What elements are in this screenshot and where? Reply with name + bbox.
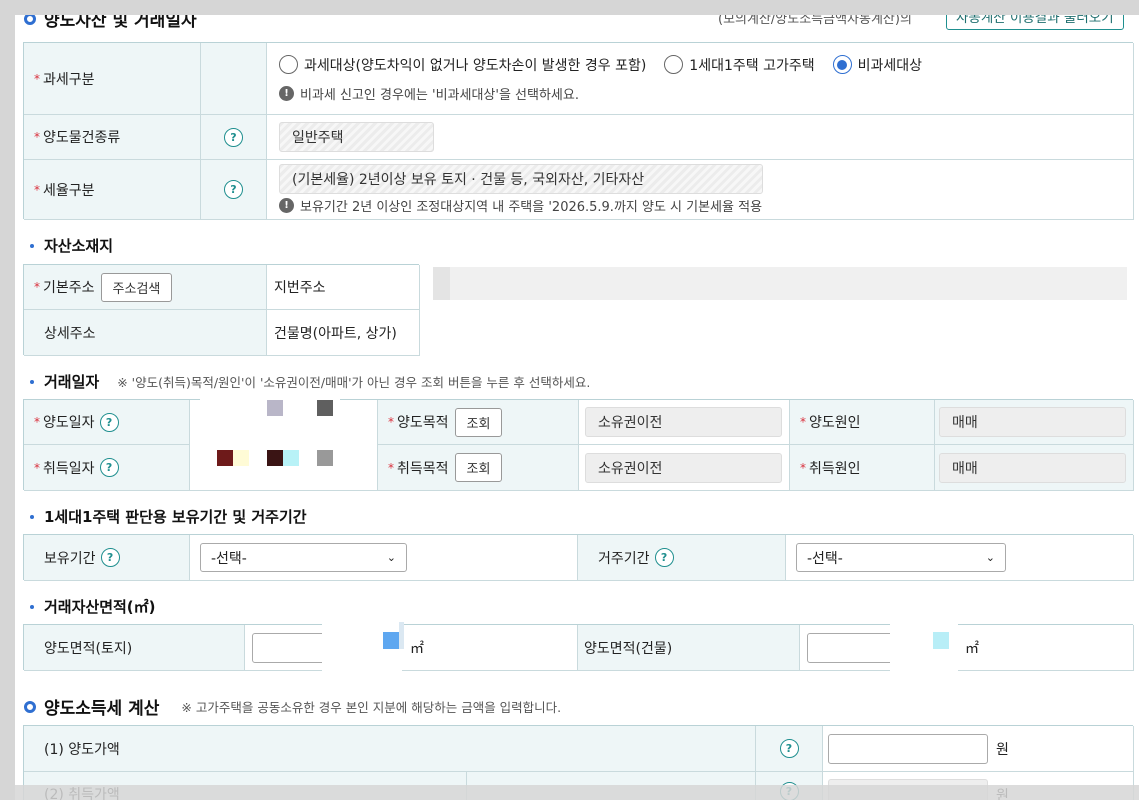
redacted-pixel <box>267 400 283 416</box>
transfer-date-label: 양도일자 <box>43 415 95 431</box>
bullet-dot-icon <box>30 379 34 384</box>
help-icon[interactable]: ? <box>779 739 799 758</box>
residence-period-select[interactable]: -선택- ⌄ <box>796 543 1006 572</box>
tax-rate-field: (기본세율) 2년이상 보유 토지 · 건물 등, 국외자산, 기타자산 <box>279 164 763 194</box>
bullet-dot-icon <box>30 243 34 248</box>
address-search-button[interactable]: 주소검색 <box>100 272 173 302</box>
holding-period-select[interactable]: -선택- ⌄ <box>200 543 407 572</box>
help-icon[interactable]: ? <box>100 548 120 567</box>
acquire-cause-label: 취득원인 <box>809 460 861 477</box>
lot-address-label: 지번주소 <box>267 265 420 310</box>
section-ring-icon <box>24 700 36 713</box>
redacted-pixel <box>283 450 299 466</box>
help-icon[interactable]: ? <box>654 548 674 567</box>
holding-title: 1세대1주택 판단용 보유기간 및 거주기간 <box>30 506 307 527</box>
radio-non-taxable[interactable]: 비과세대상 <box>832 55 922 75</box>
radio-selected-icon <box>832 55 852 74</box>
help-icon[interactable]: ? <box>224 180 243 199</box>
area-title: 거래자산면적(㎡) <box>30 596 156 617</box>
tax-class-note: ! 비과세 신고인 경우에는 '비과세대상'을 선택하세요. <box>279 84 579 103</box>
basic-address-label: 기본주소 <box>43 280 95 296</box>
transfer-cause-label: 양도원인 <box>809 415 861 431</box>
land-area-unit: ㎡ <box>410 640 424 657</box>
redacted-pixel <box>233 450 249 466</box>
transfer-purpose-label: 양도목적 <box>397 415 449 431</box>
acquire-purpose-field: 소유권이전 <box>585 452 782 483</box>
redacted-pixel <box>217 450 233 466</box>
building-type-field: 일반주택 <box>279 122 434 152</box>
bullet-dot-icon <box>30 604 34 609</box>
help-icon[interactable]: ? <box>99 412 119 432</box>
backdrop-left <box>0 0 15 800</box>
redacted-pixel <box>317 450 333 466</box>
building-type-label: * 양도물건종류 <box>24 115 201 160</box>
residence-period-label: 거주기간 <box>598 550 650 567</box>
transfer-purpose-field: 소유권이전 <box>585 407 782 437</box>
help-icon[interactable]: ? <box>99 458 119 477</box>
tax-class-value: 과세대상(양도차익이 없거나 양도차손이 발생한 경우 포함) 1세대1주택 고… <box>267 43 1134 115</box>
radio-taxable[interactable]: 과세대상(양도차익이 없거나 양도차손이 발생한 경우 포함) <box>279 55 646 75</box>
location-table: * 기본주소 주소검색 지번주소 상세주소 건물명(아파트, 상가) <box>23 264 420 356</box>
chevron-down-icon: ⌄ <box>985 551 995 564</box>
section-title-tax-calc: 양도소득세 계산 ※ 고가주택을 공동소유한 경우 본인 지분에 해당하는 금액… <box>24 694 561 719</box>
tax-rate-note: ! 보유기간 2년 이상인 조정대상지역 내 주택을 '2026.5.9.까지 양… <box>279 196 762 215</box>
info-icon: ! <box>279 198 294 213</box>
info-icon: ! <box>279 85 294 101</box>
tax-rate-label: * 세율구분 <box>24 160 201 220</box>
holding-period-label: 보유기간 <box>44 550 96 567</box>
acquire-cause-field: 매매 <box>939 452 1126 483</box>
bullet-dot-icon <box>30 514 34 519</box>
acquire-date-label: 취득일자 <box>43 460 95 477</box>
acquire-purpose-label: 취득목적 <box>397 460 449 477</box>
lookup-transfer-purpose-button[interactable]: 조회 <box>454 407 503 437</box>
building-area-unit: ㎡ <box>965 640 979 657</box>
transfer-price-input[interactable] <box>828 733 988 764</box>
radio-one-house-luxury[interactable]: 1세대1주택 고가주택 <box>664 55 815 75</box>
lookup-acquire-purpose-button[interactable]: 조회 <box>454 453 503 482</box>
land-area-label: 양도면적(토지) <box>24 625 245 671</box>
area-table: 양도면적(토지) ㎡ 양도면적(건물) ㎡ <box>23 624 1134 671</box>
radio-circle-icon <box>664 55 684 74</box>
detail-address-label: 상세주소 <box>24 310 267 356</box>
holding-table: 보유기간 ? -선택- ⌄ 거주기간 ? -선택- ⌄ <box>23 534 1134 581</box>
building-name-label: 건물명(아파트, 상가) <box>267 310 420 356</box>
backdrop-bottom <box>0 785 1139 800</box>
redacted-pixel <box>383 632 399 649</box>
help-icon[interactable]: ? <box>224 127 243 147</box>
trade-date-title: 거래일자 ※ '양도(취득)목적/원인'이 '소유권이전/매매'가 아닌 경우 … <box>30 371 590 392</box>
transfer-cause-field: 매매 <box>939 407 1126 437</box>
tax-class-label: * 과세구분 <box>24 43 201 115</box>
building-area-label: 양도면적(건물) <box>578 625 800 671</box>
location-title: 자산소재지 <box>30 235 113 256</box>
tax-calc-note: ※ 고가주택을 공동소유한 경우 본인 지분에 해당하는 금액을 입력합니다. <box>181 700 562 715</box>
trade-date-note: ※ '양도(취득)목적/원인'이 '소유권이전/매매'가 아닌 경우 조회 버튼… <box>117 375 591 390</box>
radio-circle-icon <box>279 55 298 74</box>
lot-address-field <box>433 267 1127 300</box>
transfer-price-label: (1) 양도가액 <box>24 726 756 772</box>
redacted-pixel <box>317 400 333 416</box>
backdrop-top <box>0 0 1139 15</box>
redacted-pixel <box>933 632 949 649</box>
transfer-price-unit: 원 <box>996 741 1009 758</box>
trade-date-table: * 양도일자 ? * 양도목적 조회 소유권이전 * 양도원인 매매 * 취득일자 ? … <box>23 399 1134 491</box>
asset-table: * 과세구분 과세대상(양도차익이 없거나 양도차손이 발생한 경우 포함) 1세… <box>23 42 1134 220</box>
chevron-down-icon: ⌄ <box>386 551 396 564</box>
redacted-pixel <box>267 450 283 466</box>
redacted-pixel <box>399 622 404 649</box>
